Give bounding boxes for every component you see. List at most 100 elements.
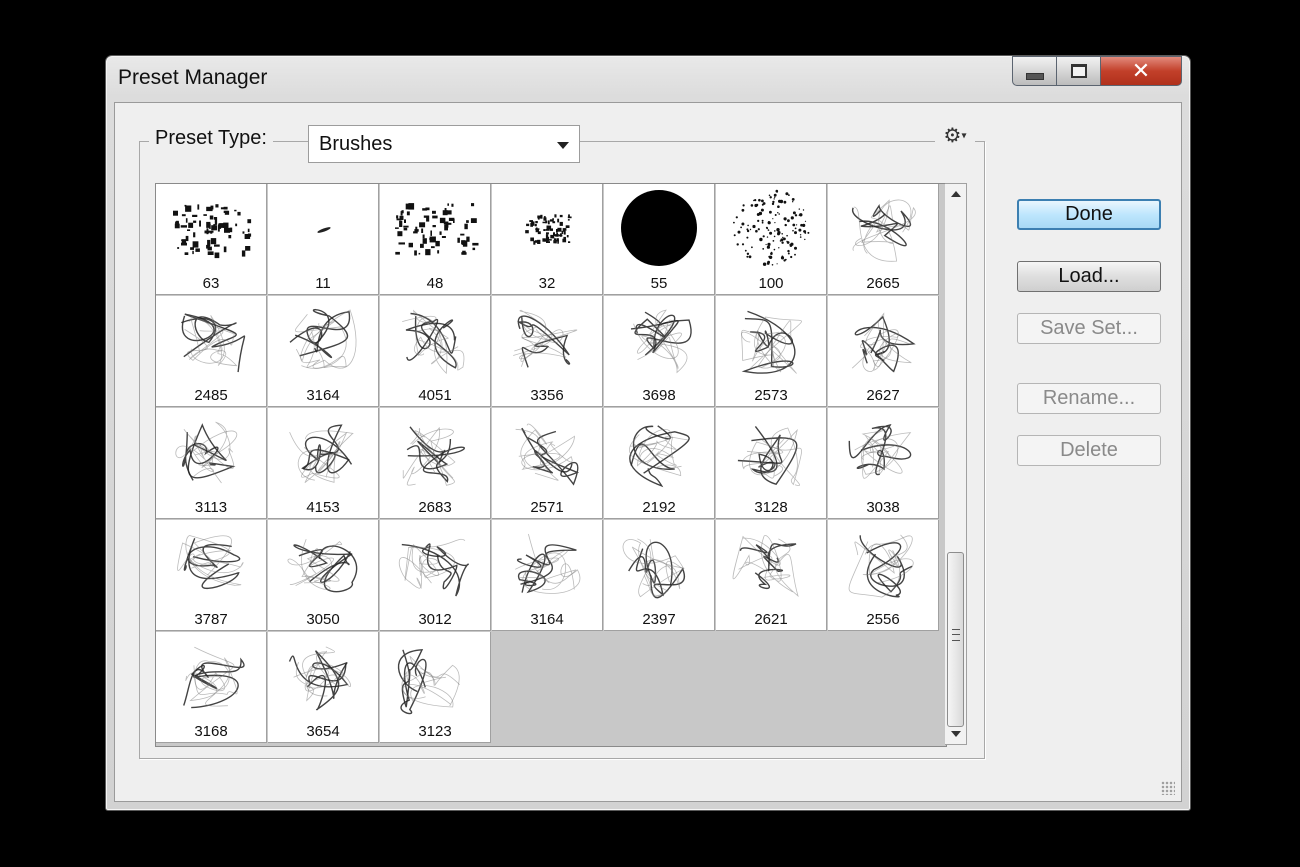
brush-preset-tile[interactable]: 32 <box>492 184 603 295</box>
brush-preset-tile[interactable]: 3012 <box>380 520 491 631</box>
scroll-thumb[interactable] <box>947 552 964 727</box>
brush-size-label: 2627 <box>866 387 900 404</box>
brush-preset-tile[interactable]: 2397 <box>604 520 715 631</box>
brush-preset-tile[interactable]: 2573 <box>716 296 827 407</box>
brush-preset-tile[interactable]: 3164 <box>492 520 603 631</box>
window-title: Preset Manager <box>118 66 268 89</box>
brush-size-label: 3164 <box>530 611 564 628</box>
brush-size-label: 2571 <box>530 499 564 516</box>
save-set-button: Save Set... <box>1017 313 1161 344</box>
delete-button: Delete <box>1017 435 1161 466</box>
brush-preset-tile[interactable]: 2683 <box>380 408 491 519</box>
gear-icon[interactable]: ⚙▾ <box>935 125 975 145</box>
brush-preset-tile[interactable]: 3038 <box>828 408 939 519</box>
brush-size-label: 3113 <box>194 499 228 516</box>
hard-round-brush-icon <box>621 190 697 266</box>
brush-preset-tile[interactable]: 3168 <box>156 632 267 743</box>
brush-size-label: 2665 <box>866 275 900 292</box>
brush-size-label: 2573 <box>754 387 788 404</box>
brush-preset-tile[interactable]: 3356 <box>492 296 603 407</box>
brush-preset-tile[interactable]: 3050 <box>268 520 379 631</box>
smoke-brush-icon <box>852 199 916 262</box>
smoke-brush-icon <box>848 534 914 598</box>
grip-icon <box>952 629 960 641</box>
brush-preset-tile[interactable]: 2485 <box>156 296 267 407</box>
brush-size-label: 3698 <box>642 387 676 404</box>
smoke-brush-icon <box>287 539 358 593</box>
brush-preset-tile[interactable]: 11 <box>268 184 379 295</box>
resize-grip-icon[interactable] <box>1161 781 1175 795</box>
arrow-up-icon <box>951 191 961 197</box>
brush-size-label: 4051 <box>418 387 452 404</box>
preset-type-value: Brushes <box>319 133 393 155</box>
arrow-down-icon <box>951 731 961 737</box>
scroll-down-button[interactable] <box>945 724 967 744</box>
brush-size-label: 2397 <box>642 611 676 628</box>
preset-type-dropdown[interactable]: Brushes <box>308 125 580 163</box>
brush-preset-tile[interactable]: 100 <box>716 184 827 295</box>
window-controls: ✕ <box>1012 56 1182 86</box>
smoke-brush-icon <box>851 312 916 373</box>
brush-preset-tile[interactable]: 2665 <box>828 184 939 295</box>
brush-size-label: 3356 <box>530 387 564 404</box>
minimize-button[interactable] <box>1012 56 1056 86</box>
brush-size-label: 3164 <box>306 387 340 404</box>
smoke-brush-icon <box>848 424 912 479</box>
brush-preset-tile[interactable]: 3128 <box>716 408 827 519</box>
brush-preset-tile[interactable]: 3787 <box>156 520 267 631</box>
preset-manager-window: Preset Manager ✕ Preset Type: Brushes ⚙▾… <box>105 55 1191 811</box>
brush-preset-grid: 63 11 48 32 55 100 2665 2485 3164 4051 3356 3698 257… <box>155 183 947 747</box>
brush-size-label: 32 <box>538 275 556 292</box>
load-button[interactable]: Load... <box>1017 261 1161 292</box>
splatter-brush-icon <box>395 203 479 256</box>
scroll-up-button[interactable] <box>945 184 967 204</box>
smoke-brush-icon <box>183 646 245 709</box>
brush-preset-tile[interactable]: 55 <box>604 184 715 295</box>
brush-size-label: 4153 <box>306 499 340 516</box>
brush-preset-tile[interactable]: 3164 <box>268 296 379 407</box>
brush-size-label: 2683 <box>418 499 452 516</box>
maximize-button[interactable] <box>1056 56 1100 86</box>
brush-size-label: 55 <box>650 275 668 292</box>
smoke-brush-icon <box>737 425 802 487</box>
brush-preset-tile[interactable]: 48 <box>380 184 491 295</box>
brush-preset-tile[interactable]: 2556 <box>828 520 939 631</box>
close-button[interactable]: ✕ <box>1100 56 1182 86</box>
done-button[interactable]: Done <box>1017 199 1161 230</box>
maximize-icon <box>1070 64 1087 78</box>
brush-preset-tile[interactable]: 4153 <box>268 408 379 519</box>
close-icon: ✕ <box>1131 58 1151 84</box>
brush-preset-tile[interactable]: 3654 <box>268 632 379 743</box>
smoke-brush-icon <box>398 538 469 597</box>
smoke-brush-icon <box>177 535 244 590</box>
brush-size-label: 3128 <box>754 499 788 516</box>
brush-size-label: 2556 <box>866 611 900 628</box>
brush-size-label: 63 <box>202 275 220 292</box>
brush-preset-tile[interactable]: 3698 <box>604 296 715 407</box>
brush-preset-tile[interactable]: 2571 <box>492 408 603 519</box>
brush-preset-tile[interactable]: 2621 <box>716 520 827 631</box>
brush-preset-tile[interactable]: 3113 <box>156 408 267 519</box>
brush-preset-tile[interactable]: 3123 <box>380 632 491 743</box>
smoke-brush-icon <box>289 308 357 369</box>
brush-size-label: 2485 <box>194 387 228 404</box>
brush-size-label: 100 <box>758 275 784 292</box>
brush-preset-tile[interactable]: 63 <box>156 184 267 295</box>
smoke-brush-icon <box>513 309 578 368</box>
brush-size-label: 3012 <box>418 611 452 628</box>
smoke-brush-icon <box>732 535 799 598</box>
title-bar[interactable]: Preset Manager ✕ <box>106 56 1190 102</box>
brush-size-label: 3050 <box>306 611 340 628</box>
smoke-brush-icon <box>630 309 692 374</box>
vertical-scrollbar[interactable] <box>945 183 967 745</box>
smoke-brush-icon <box>402 426 465 486</box>
smoke-brush-icon <box>515 423 580 486</box>
brush-preset-tile[interactable]: 2627 <box>828 296 939 407</box>
brush-preset-tile[interactable]: 4051 <box>380 296 491 407</box>
splatter-brush-icon <box>173 204 252 259</box>
brush-grid-content: 63 11 48 32 55 100 2665 2485 3164 4051 3356 3698 257… <box>156 184 944 746</box>
brush-size-label: 48 <box>426 275 444 292</box>
brush-preset-tile[interactable]: 2192 <box>604 408 715 519</box>
smoke-brush-icon <box>741 310 802 374</box>
brush-size-label: 3123 <box>418 723 452 740</box>
